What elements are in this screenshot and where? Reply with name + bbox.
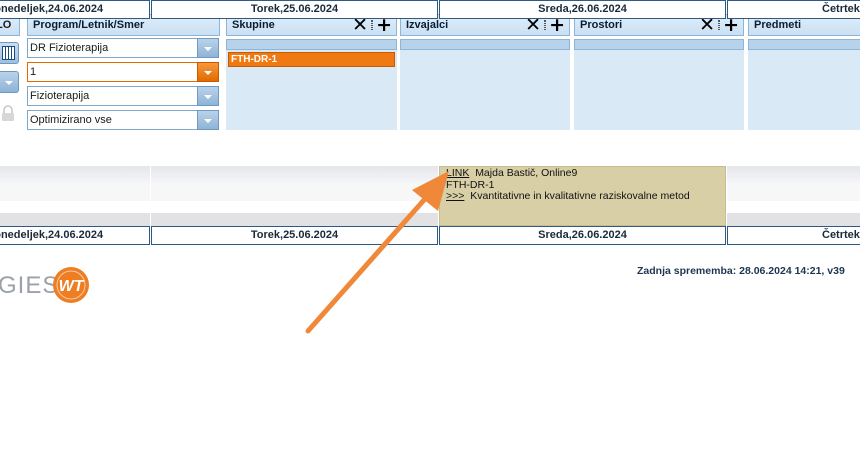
time-row [0,213,860,226]
rooms-panel-bar [574,39,744,50]
lecturers-panel-list[interactable] [400,50,570,130]
last-change-text: Zadnja sprememba: 28.06.2024 14:21, v39 [637,265,845,277]
rooms-panel-title: Prostori [580,19,623,31]
event-lecturer-room: Majda Bastič, Online9 [475,167,578,179]
day-header-thursday: Četrtek [727,0,860,19]
year-select-value: 1 [30,66,37,78]
day-footer-label: Sreda,26.06.2024 [538,229,627,241]
day-footer-thursday: Četrtek [727,226,860,245]
day-header-label: Ponedeljek,24.06.2024 [0,3,104,15]
chevron-down-icon[interactable] [197,86,219,106]
event-link[interactable]: LINK [446,167,469,179]
calendar-button[interactable] [0,42,19,64]
subjects-panel-bar [748,39,860,50]
time-row [0,201,860,213]
day-header-tuesday: Torek,25.06.2024 [151,0,438,19]
time-row [0,183,860,201]
optimization-select-value: Optimizirano vse [30,114,112,126]
chevron-down-icon[interactable] [197,62,219,82]
calendar-icon [2,46,15,60]
group-item-label: FTH-DR-1 [231,54,278,65]
day-footer-label: Torek,25.06.2024 [250,229,339,241]
lock-icon[interactable] [1,105,15,122]
day-footer-label: Četrtek [822,229,860,241]
rooms-panel-list[interactable] [574,50,744,130]
day-divider [726,166,727,226]
time-row [0,166,860,183]
chevron-down-icon[interactable] [197,38,219,58]
lecturers-panel-bar [400,39,570,50]
day-footer-label: Ponedeljek,24.06.2024 [0,229,104,241]
event-line-1: LINK Majda Bastič, Online9 [446,167,719,180]
direction-select-value: Fizioterapija [30,90,90,102]
day-footer-monday: Ponedeljek,24.06.2024 [0,226,150,245]
program-panel-title: Program/Letnik/Smer [33,19,145,31]
year-select[interactable]: 1 [27,62,219,82]
subjects-panel-list[interactable] [748,50,860,130]
separator-icon [544,20,547,30]
chevron-down-icon[interactable] [197,110,219,130]
separator-icon [371,20,374,30]
day-header-monday: Ponedeljek,24.06.2024 [0,0,150,19]
day-header-label: Sreda,26.06.2024 [538,3,627,15]
separator-icon [718,20,721,30]
event-course: Kvantitativne in kvalitativne raziskoval… [470,190,690,202]
day-divider [150,166,151,226]
program-select[interactable]: DR Fizioterapija [27,38,219,58]
lecturers-panel-title: Izvajalci [406,19,449,31]
optimization-select[interactable]: Optimizirano vse [27,110,219,130]
direction-select[interactable]: Fizioterapija [27,86,219,106]
day-footer-wednesday: Sreda,26.06.2024 [439,226,726,245]
program-select-value: DR Fizioterapija [30,42,109,54]
left-dropdown-button[interactable] [0,71,19,93]
event-line-3: >>> Kvantitativne in kvalitativne razisk… [446,190,719,203]
logo-text: GIES [0,272,60,299]
day-footer-tuesday: Torek,25.06.2024 [151,226,438,245]
groups-panel-bar [226,39,397,50]
day-header-label: Torek,25.06.2024 [250,3,339,15]
schedule-event[interactable]: LINK Majda Bastič, Online9 FTH-DR-1 >>> … [439,166,726,226]
event-more-link[interactable]: >>> [446,190,464,202]
left-column-label: LO [0,19,12,31]
day-header-wednesday: Sreda,26.06.2024 [439,0,726,19]
day-header-label: Četrtek [822,3,860,15]
group-item[interactable]: FTH-DR-1 [228,52,395,67]
logo-badge-text: WT [59,278,85,295]
subjects-panel-title: Predmeti [754,19,802,31]
logo-icon: WT [53,267,89,303]
groups-panel-title: Skupine [232,19,275,31]
